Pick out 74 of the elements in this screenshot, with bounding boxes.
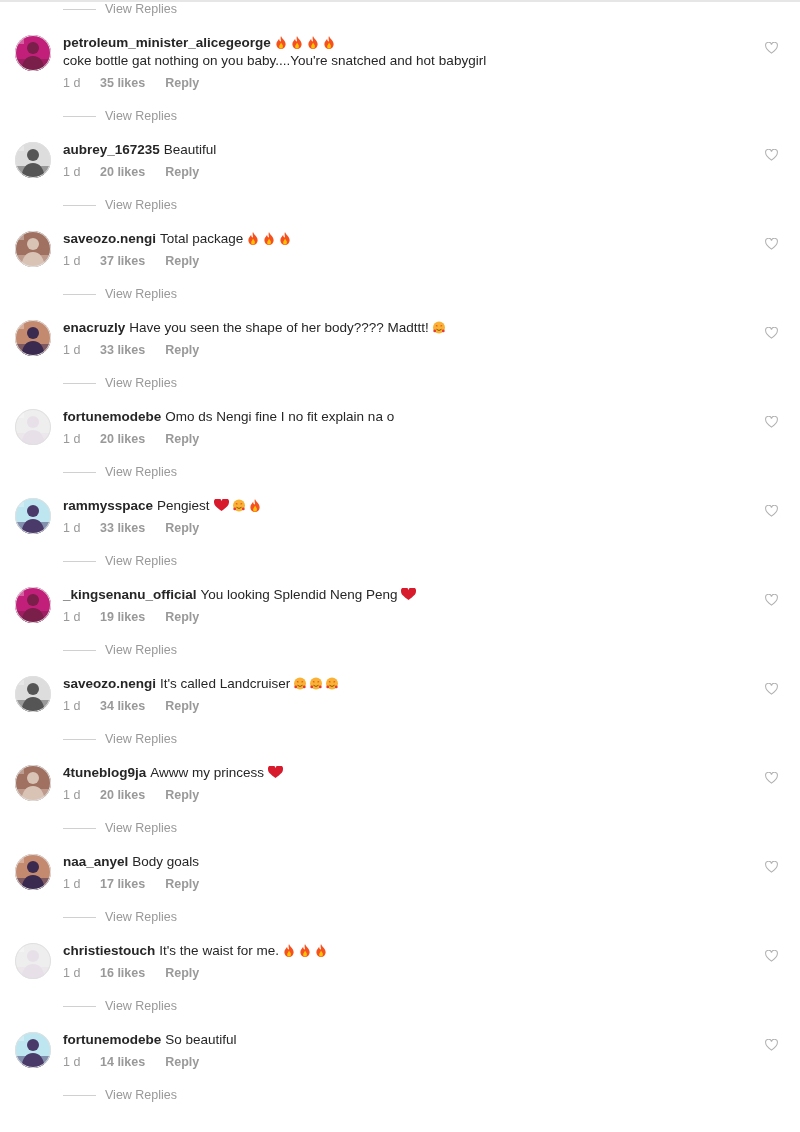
comment-text: Awww my princess	[150, 765, 265, 780]
comment-time: 1 d	[63, 787, 82, 803]
comment-text: It's the waist for me.	[159, 943, 279, 958]
reply-link[interactable]: Reply	[165, 698, 200, 714]
comment-text: Omo ds Nengi fine I no fit explain na o	[165, 409, 395, 424]
reply-link[interactable]: Reply	[165, 342, 200, 358]
reply-link[interactable]: Reply	[165, 1054, 200, 1070]
username[interactable]: 4tuneblog9ja	[63, 765, 147, 780]
username[interactable]: petroleum_minister_alicegeorge	[63, 35, 271, 50]
username[interactable]: aubrey_167235	[63, 142, 160, 157]
username[interactable]: _kingsenanu_official	[63, 587, 197, 602]
reply-link[interactable]: Reply	[165, 787, 200, 803]
comment-time: 1 d	[63, 164, 82, 180]
comment-text: So beautiful	[165, 1032, 237, 1047]
view-replies-link[interactable]: View Replies	[105, 109, 178, 124]
view-replies-link[interactable]: View Replies	[105, 287, 178, 302]
reply-link[interactable]: Reply	[165, 520, 200, 536]
comment-time: 1 d	[63, 609, 82, 625]
view-replies-link[interactable]: View Replies	[105, 554, 178, 569]
reply-link[interactable]: Reply	[165, 965, 200, 981]
like-count[interactable]: 14 likes	[100, 1054, 146, 1070]
comment-time: 1 d	[63, 253, 82, 269]
comment-text: coke bottle gat nothing on you baby....You're snatched and hot	[63, 53, 435, 68]
comment-text: It's called Landcruiser	[160, 676, 291, 691]
comment-time: 1 d	[63, 75, 82, 91]
comment-text: You looking Splendid Neng Peng	[200, 587, 398, 602]
comment-text: babygirl	[438, 53, 487, 68]
view-replies-link[interactable]: View Replies	[105, 465, 178, 480]
like-count[interactable]: 20 likes	[100, 431, 146, 447]
comment-text: Pengiest	[157, 498, 210, 513]
username[interactable]: naa_anyel	[63, 854, 129, 869]
reply-link[interactable]: Reply	[165, 876, 200, 892]
username[interactable]: fortunemodebe	[63, 1032, 162, 1047]
view-replies-link[interactable]: View Replies	[105, 2, 178, 17]
username[interactable]: rammysspace	[63, 498, 154, 513]
reply-link[interactable]: Reply	[165, 75, 200, 91]
view-replies-link[interactable]: View Replies	[105, 376, 178, 391]
reply-link[interactable]: Reply	[165, 164, 200, 180]
username[interactable]: enacruzly	[63, 320, 126, 335]
like-count[interactable]: 20 likes	[100, 164, 146, 180]
reply-link[interactable]: Reply	[165, 431, 200, 447]
username[interactable]: saveozo.nengi	[63, 231, 157, 246]
like-count[interactable]: 34 likes	[100, 698, 146, 714]
view-replies-link[interactable]: View Replies	[105, 1088, 178, 1103]
reply-link[interactable]: Reply	[165, 609, 200, 625]
username[interactable]: fortunemodebe	[63, 409, 162, 424]
comment-time: 1 d	[63, 1054, 82, 1070]
like-count[interactable]: 37 likes	[100, 253, 146, 269]
reply-link[interactable]: Reply	[165, 253, 200, 269]
username[interactable]: christiestouch	[63, 943, 156, 958]
comment-text: Beautiful	[163, 142, 217, 157]
view-replies-link[interactable]: View Replies	[105, 643, 178, 658]
comment-time: 1 d	[63, 431, 82, 447]
like-count[interactable]: 19 likes	[100, 609, 146, 625]
comment-time: 1 d	[63, 342, 82, 358]
like-count[interactable]: 33 likes	[100, 342, 146, 358]
view-replies-link[interactable]: View Replies	[105, 198, 178, 213]
like-count[interactable]: 16 likes	[100, 965, 146, 981]
comment-text: Body goals	[132, 854, 200, 869]
comment-text: Total package	[160, 231, 244, 246]
like-count[interactable]: 20 likes	[100, 787, 146, 803]
view-replies-link[interactable]: View Replies	[105, 732, 178, 747]
comment-time: 1 d	[63, 698, 82, 714]
comment-time: 1 d	[63, 965, 82, 981]
view-replies-link[interactable]: View Replies	[105, 910, 178, 925]
like-count[interactable]: 33 likes	[100, 520, 146, 536]
comment-text: Have you seen the shape of her body???? Madttt!	[129, 320, 429, 335]
like-count[interactable]: 17 likes	[100, 876, 146, 892]
view-replies-link[interactable]: View Replies	[105, 821, 178, 836]
view-replies-link[interactable]: View Replies	[105, 999, 178, 1014]
comment-time: 1 d	[63, 520, 82, 536]
comment-time: 1 d	[63, 876, 82, 892]
username[interactable]: saveozo.nengi	[63, 676, 157, 691]
like-count[interactable]: 35 likes	[100, 75, 146, 91]
